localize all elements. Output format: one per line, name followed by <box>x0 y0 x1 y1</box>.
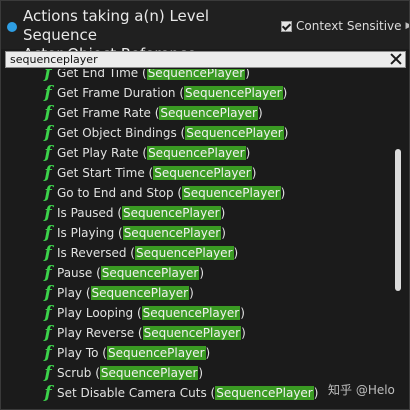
search-match-highlight: SequencePlayer <box>90 286 190 300</box>
function-name: Get Object Bindings <box>57 126 177 140</box>
function-name: Is Paused <box>57 206 114 220</box>
search-match-highlight: SequencePlayer <box>215 386 314 400</box>
list-item-label: Get Frame Rate (SequencePlayer) <box>57 106 263 120</box>
list-item[interactable]: f Is Reversed (SequencePlayer) <box>1 243 391 263</box>
function-name: Is Reversed <box>57 246 127 260</box>
list-item[interactable]: f Go to End and Stop (SequencePlayer) <box>1 183 391 203</box>
function-icon: f <box>44 243 52 263</box>
list-item-label: Is Reversed (SequencePlayer) <box>57 246 239 260</box>
list-item-label: Scrub (SequencePlayer) <box>57 366 204 380</box>
list-item[interactable]: f Get Play Rate (SequencePlayer) <box>1 143 391 163</box>
list-item-label: Play Looping (SequencePlayer) <box>57 306 245 320</box>
list-item-label: Is Paused (SequencePlayer) <box>57 206 226 220</box>
search-match-highlight: SequencePlayer <box>134 246 234 260</box>
search-match-highlight: SequencePlayer <box>159 106 258 120</box>
search-match-highlight: SequencePlayer <box>99 366 199 380</box>
function-name: Play <box>57 286 83 300</box>
search-match-highlight: SequencePlayer <box>141 306 241 320</box>
action-list-items: f Get End Time (SequencePlayer) f Get Frame… <box>1 69 391 403</box>
function-name: Get Frame Rate <box>57 106 151 120</box>
function-icon: f <box>44 323 52 343</box>
function-name: Get Frame Duration <box>57 86 176 100</box>
search-match-highlight: SequencePlayer <box>122 226 222 240</box>
context-sensitive-checkbox[interactable] <box>281 20 292 32</box>
function-name: Play To <box>57 346 99 360</box>
function-icon: f <box>44 223 52 243</box>
function-icon: f <box>44 343 52 363</box>
list-item[interactable]: f Play Reverse (SequencePlayer) <box>1 323 391 343</box>
header: Actions taking a(n) Level Sequence Actor… <box>1 1 409 63</box>
list-item[interactable]: f Play Looping (SequencePlayer) <box>1 303 391 323</box>
list-item[interactable]: f Get Object Bindings (SequencePlayer) <box>1 123 391 143</box>
list-scrollbar[interactable] <box>395 149 401 291</box>
list-item[interactable]: f Play To (SequencePlayer) <box>1 343 391 363</box>
list-item[interactable]: f Get Frame Rate (SequencePlayer) <box>1 103 391 123</box>
list-item[interactable]: f Get Start Time (SequencePlayer) <box>1 163 391 183</box>
list-item-label: Pause (SequencePlayer) <box>57 266 205 280</box>
function-icon: f <box>44 203 52 223</box>
function-name: Scrub <box>57 366 92 380</box>
watermark: 知乎 @Helo <box>328 383 395 397</box>
function-icon: f <box>44 143 52 163</box>
search-match-highlight: SequencePlayer <box>153 166 252 180</box>
list-item-label: Play Reverse (SequencePlayer) <box>57 326 246 340</box>
function-name: Get End Time <box>57 69 139 80</box>
status-dot-icon <box>7 22 17 32</box>
list-item-label: Get Object Bindings (SequencePlayer) <box>57 126 289 140</box>
function-name: Is Playing <box>57 226 115 240</box>
function-name: Go to End and Stop <box>57 186 174 200</box>
context-sensitive-toggle[interactable]: Context Sensitive ▶ <box>281 18 409 34</box>
function-icon: f <box>44 163 52 183</box>
list-item[interactable]: f Is Paused (SequencePlayer) <box>1 203 391 223</box>
list-item[interactable]: f Scrub (SequencePlayer) <box>1 363 391 383</box>
function-icon: f <box>44 303 52 323</box>
action-list: f Get End Time (SequencePlayer) f Get Frame… <box>1 69 391 409</box>
list-item[interactable]: f Get Frame Duration (SequencePlayer) <box>1 83 391 103</box>
search-match-highlight: SequencePlayer <box>142 326 242 340</box>
function-icon: f <box>44 103 52 123</box>
clear-search-icon[interactable] <box>390 53 402 65</box>
list-item-label: Is Playing (SequencePlayer) <box>57 226 226 240</box>
function-icon: f <box>44 69 52 83</box>
search-match-highlight: SequencePlayer <box>182 186 281 200</box>
search-match-highlight: SequencePlayer <box>146 69 246 80</box>
list-item-label: Play (SequencePlayer) <box>57 286 194 300</box>
list-item-label: Get Frame Duration (SequencePlayer) <box>57 86 288 100</box>
function-icon: f <box>44 283 52 303</box>
function-icon: f <box>44 183 52 203</box>
list-item-label: Get End Time (SequencePlayer) <box>57 69 250 83</box>
function-name: Get Start Time <box>57 166 145 180</box>
search-match-highlight: SequencePlayer <box>185 126 284 140</box>
context-sensitive-label: Context Sensitive <box>296 19 402 33</box>
search-match-highlight: SequencePlayer <box>184 86 283 100</box>
search-match-highlight: SequencePlayer <box>106 346 206 360</box>
search-match-highlight: SequencePlayer <box>147 146 246 160</box>
function-icon: f <box>44 383 52 403</box>
list-item[interactable]: f Play (SequencePlayer) <box>1 283 391 303</box>
list-item[interactable]: f Pause (SequencePlayer) <box>1 263 391 283</box>
list-item[interactable]: f Is Playing (SequencePlayer) <box>1 223 391 243</box>
list-item-label: Get Start Time (SequencePlayer) <box>57 166 257 180</box>
function-name: Play Reverse <box>57 326 135 340</box>
list-item-label: Go to End and Stop (SequencePlayer) <box>57 186 286 200</box>
search-box <box>5 51 406 68</box>
list-item-label: Set Disable Camera Cuts (SequencePlayer) <box>57 386 319 400</box>
search-input[interactable] <box>10 52 380 67</box>
function-name: Get Play Rate <box>57 146 139 160</box>
search-match-highlight: SequencePlayer <box>122 206 221 220</box>
list-item[interactable]: f Get End Time (SequencePlayer) <box>1 69 391 83</box>
function-name: Play Looping <box>57 306 134 320</box>
function-name: Pause <box>57 266 93 280</box>
search-match-highlight: SequencePlayer <box>100 266 200 280</box>
function-icon: f <box>44 83 52 103</box>
action-picker-window: Actions taking a(n) Level Sequence Actor… <box>0 0 410 410</box>
list-item-label: Play To (SequencePlayer) <box>57 346 211 360</box>
window-title-line-1: Actions taking a(n) Level Sequence <box>23 7 210 44</box>
function-icon: f <box>44 363 52 383</box>
list-item-label: Get Play Rate (SequencePlayer) <box>57 146 251 160</box>
context-menu-arrow-icon[interactable]: ▶ <box>406 21 409 31</box>
function-icon: f <box>44 263 52 283</box>
function-name: Set Disable Camera Cuts <box>57 386 207 400</box>
function-icon: f <box>44 123 52 143</box>
